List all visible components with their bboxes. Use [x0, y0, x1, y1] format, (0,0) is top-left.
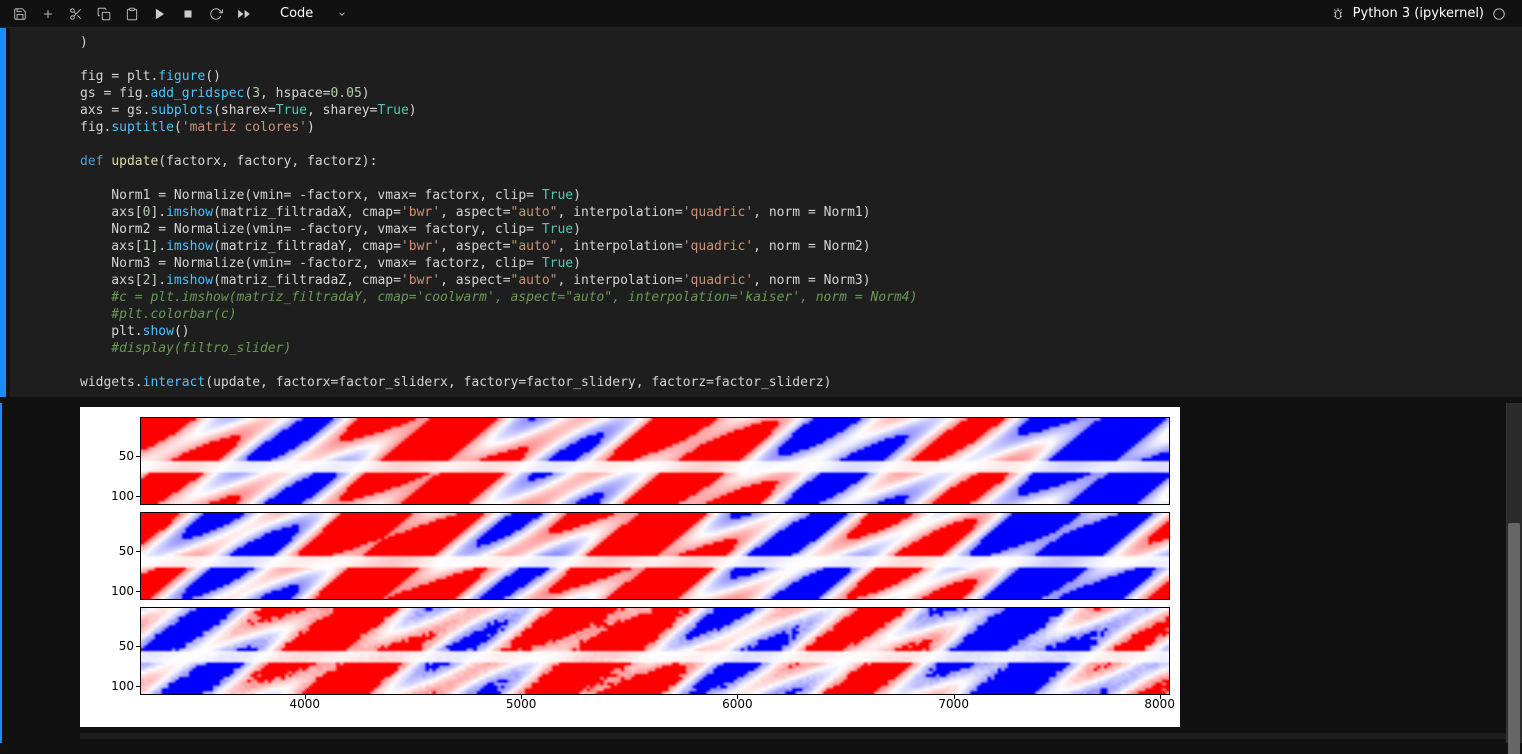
save-button[interactable]: [8, 2, 32, 26]
kernel-indicator[interactable]: Python 3 (ipykernel): [1331, 6, 1514, 21]
kernel-name: Python 3 (ipykernel): [1353, 6, 1484, 21]
y-axis: 50 100: [90, 417, 140, 505]
notebook-body[interactable]: ) fig = plt.figure() gs = fig.add_gridsp…: [0, 28, 1522, 754]
cell-marker: [0, 403, 6, 743]
output-scrollbar[interactable]: [1506, 403, 1522, 743]
cut-button[interactable]: [64, 2, 88, 26]
cell-type-label: Code: [280, 6, 313, 21]
code-cell[interactable]: ) fig = plt.figure() gs = fig.add_gridsp…: [0, 28, 1522, 397]
y-tick-label: 50: [119, 449, 134, 463]
subplot-0: 50 100: [90, 417, 1170, 505]
bug-icon: [1331, 7, 1345, 21]
heatmap-1: [140, 512, 1170, 600]
heatmap-0: [140, 417, 1170, 505]
output-cell: 50 100 50 100: [0, 403, 1522, 743]
cell-type-select[interactable]: Code: [272, 4, 355, 23]
code-editor[interactable]: ) fig = plt.figure() gs = fig.add_gridsp…: [80, 34, 1504, 391]
cell-active-marker: [0, 28, 6, 397]
scrollbar-thumb[interactable]: [1508, 523, 1520, 754]
chevron-down-icon: [337, 9, 347, 19]
subplot-2: 50 100: [90, 607, 1170, 695]
stop-button[interactable]: [176, 2, 200, 26]
run-button[interactable]: [148, 2, 172, 26]
restart-run-all-button[interactable]: [232, 2, 256, 26]
x-axis: 4000 5000 6000 7000 8000: [140, 695, 1170, 713]
x-tick-label: 4000: [290, 697, 321, 711]
paste-button[interactable]: [120, 2, 144, 26]
y-tick-label: 100: [111, 489, 134, 503]
kernel-status-icon: [1492, 7, 1506, 21]
subplot-1: 50 100: [90, 512, 1170, 600]
add-cell-button[interactable]: [36, 2, 60, 26]
next-cell-peek: [80, 733, 1522, 739]
copy-button[interactable]: [92, 2, 116, 26]
matplotlib-figure: 50 100 50 100: [80, 407, 1180, 727]
notebook-toolbar: Code Python 3 (ipykernel): [0, 0, 1522, 28]
restart-button[interactable]: [204, 2, 228, 26]
heatmap-2: [140, 607, 1170, 695]
